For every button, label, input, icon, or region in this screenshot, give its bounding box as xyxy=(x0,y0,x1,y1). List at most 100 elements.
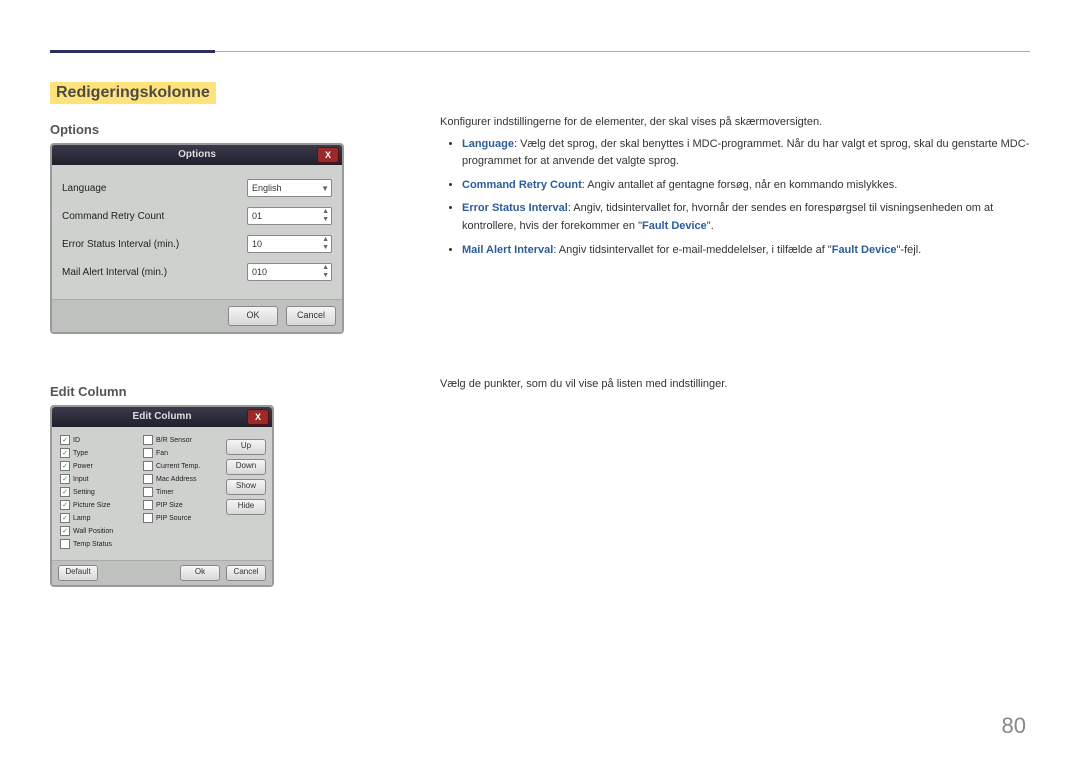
language-value: English xyxy=(252,183,282,193)
list-item-label: Type xyxy=(73,450,88,457)
checkbox-icon[interactable]: ✓ xyxy=(60,448,70,458)
close-icon[interactable]: X xyxy=(247,409,269,425)
list-item[interactable]: ✓Wall Position xyxy=(60,526,139,536)
edit-column-desc-text: Vælg de punkter, som du vil vise på list… xyxy=(440,376,1030,394)
spinner-icon: ▲▼ xyxy=(322,264,329,280)
mail-interval-stepper[interactable]: 010 ▲▼ xyxy=(247,263,332,281)
bullet-mail-interval: Mail Alert Interval: Angiv tidsintervall… xyxy=(462,242,1030,260)
bullet-language-text: : Vælg det sprog, der skal benyttes i MD… xyxy=(462,138,1029,168)
options-bullets: Language: Vælg det sprog, der skal benyt… xyxy=(440,136,1030,260)
bullet-error-interval: Error Status Interval: Angiv, tidsinterv… xyxy=(462,200,1030,235)
list-item-label: Lamp xyxy=(73,515,91,522)
spinner-icon: ▲▼ xyxy=(322,208,329,224)
edit-column-heading: Edit Column xyxy=(50,384,400,399)
show-button[interactable]: Show xyxy=(226,479,266,495)
list-item[interactable]: ✓Power xyxy=(60,461,139,471)
list-item[interactable]: Current Temp. xyxy=(143,461,222,471)
list-item-label: PIP Size xyxy=(156,502,183,509)
options-intro-text: Konfigurer indstillingerne for de elemen… xyxy=(440,114,1030,132)
list-item-label: Current Temp. xyxy=(156,463,200,470)
list-item[interactable]: ✓Picture Size xyxy=(60,500,139,510)
cancel-button[interactable]: Cancel xyxy=(226,565,266,581)
close-icon[interactable]: X xyxy=(317,147,339,163)
up-button[interactable]: Up xyxy=(226,439,266,455)
bullet-retry-term: Command Retry Count xyxy=(462,179,582,191)
options-heading: Options xyxy=(50,122,400,137)
checkbox-icon[interactable] xyxy=(143,474,153,484)
list-item-label: Temp Status xyxy=(73,541,112,548)
list-item[interactable]: Temp Status xyxy=(60,539,139,549)
checkbox-icon[interactable]: ✓ xyxy=(60,435,70,445)
list-item[interactable]: ✓Input xyxy=(60,474,139,484)
bullet-retry-text: : Angiv antallet af gentagne forsøg, når… xyxy=(582,179,898,191)
edit-column-side-buttons: Up Down Show Hide xyxy=(226,435,264,552)
list-item[interactable]: PIP Source xyxy=(143,513,222,523)
checkbox-icon[interactable]: ✓ xyxy=(60,513,70,523)
list-item-label: Wall Position xyxy=(73,528,113,535)
ok-button[interactable]: Ok xyxy=(180,565,220,581)
language-label: Language xyxy=(62,183,247,194)
list-item[interactable]: ✓Setting xyxy=(60,487,139,497)
list-item-label: Power xyxy=(73,463,93,470)
list-item[interactable]: ✓ID xyxy=(60,435,139,445)
list-item[interactable]: Mac Address xyxy=(143,474,222,484)
ok-button[interactable]: OK xyxy=(228,306,278,326)
retry-stepper[interactable]: 01 ▲▼ xyxy=(247,207,332,225)
list-item[interactable]: Fan xyxy=(143,448,222,458)
list-item[interactable]: ✓Lamp xyxy=(60,513,139,523)
list-item-label: Fan xyxy=(156,450,168,457)
checkbox-icon[interactable] xyxy=(143,513,153,523)
chevron-down-icon: ▼ xyxy=(321,181,329,197)
checkbox-icon[interactable] xyxy=(143,448,153,458)
checkbox-icon[interactable]: ✓ xyxy=(60,474,70,484)
checkbox-icon[interactable] xyxy=(143,435,153,445)
list-item[interactable]: PIP Size xyxy=(143,500,222,510)
bullet-mail-text-a: : Angiv tidsintervallet for e-mail-medde… xyxy=(553,244,831,256)
edit-column-body: ✓ID✓Type✓Power✓Input✓Setting✓Picture Siz… xyxy=(52,427,272,560)
error-value: 10 xyxy=(252,239,262,249)
list-item[interactable]: B/R Sensor xyxy=(143,435,222,445)
checkbox-icon[interactable] xyxy=(143,461,153,471)
bullet-language: Language: Vælg det sprog, der skal benyt… xyxy=(462,136,1030,171)
error-interval-label: Error Status Interval (min.) xyxy=(62,239,247,250)
document-page: Redigeringskolonne Options Options X Lan… xyxy=(0,0,1080,763)
retry-value: 01 xyxy=(252,211,262,221)
checkbox-icon[interactable] xyxy=(143,487,153,497)
checkbox-icon[interactable]: ✓ xyxy=(60,526,70,536)
list-item-label: Input xyxy=(73,476,89,483)
checkbox-icon[interactable] xyxy=(60,539,70,549)
cancel-button[interactable]: Cancel xyxy=(286,306,336,326)
bullet-error-fault: Fault Device xyxy=(642,220,707,232)
edit-column-left-list: ✓ID✓Type✓Power✓Input✓Setting✓Picture Siz… xyxy=(60,435,139,552)
checkbox-icon[interactable] xyxy=(143,500,153,510)
list-item-label: Picture Size xyxy=(73,502,110,509)
checkbox-icon[interactable]: ✓ xyxy=(60,461,70,471)
edit-column-block: Edit Column Edit Column X ✓ID✓Type✓Power… xyxy=(50,374,1030,587)
mail-value: 010 xyxy=(252,267,267,277)
hide-button[interactable]: Hide xyxy=(226,499,266,515)
spinner-icon: ▲▼ xyxy=(322,236,329,252)
bullet-error-term: Error Status Interval xyxy=(462,202,568,214)
error-interval-stepper[interactable]: 10 ▲▼ xyxy=(247,235,332,253)
down-button[interactable]: Down xyxy=(226,459,266,475)
list-item[interactable]: ✓Type xyxy=(60,448,139,458)
checkbox-icon[interactable]: ✓ xyxy=(60,487,70,497)
list-item-label: Timer xyxy=(156,489,174,496)
options-dialog-title-text: Options xyxy=(178,149,216,160)
header-rule xyxy=(50,50,1030,54)
mail-interval-label: Mail Alert Interval (min.) xyxy=(62,267,247,278)
options-block: Options Options X Language English ▼ xyxy=(50,112,1030,334)
options-dialog-title: Options X xyxy=(52,145,342,165)
checkbox-icon[interactable]: ✓ xyxy=(60,500,70,510)
language-select[interactable]: English ▼ xyxy=(247,179,332,197)
bullet-retry: Command Retry Count: Angiv antallet af g… xyxy=(462,177,1030,195)
list-item-label: PIP Source xyxy=(156,515,191,522)
list-item-label: Setting xyxy=(73,489,95,496)
edit-column-footer: Default Ok Cancel xyxy=(52,560,272,585)
page-number: 80 xyxy=(1002,713,1026,739)
edit-column-right-list: B/R Sensor Fan Current Temp. Mac Address Tim… xyxy=(143,435,222,552)
bullet-mail-text-b: "-fejl. xyxy=(897,244,922,256)
default-button[interactable]: Default xyxy=(58,565,98,581)
list-item[interactable]: Timer xyxy=(143,487,222,497)
section-title: Redigeringskolonne xyxy=(50,82,216,104)
